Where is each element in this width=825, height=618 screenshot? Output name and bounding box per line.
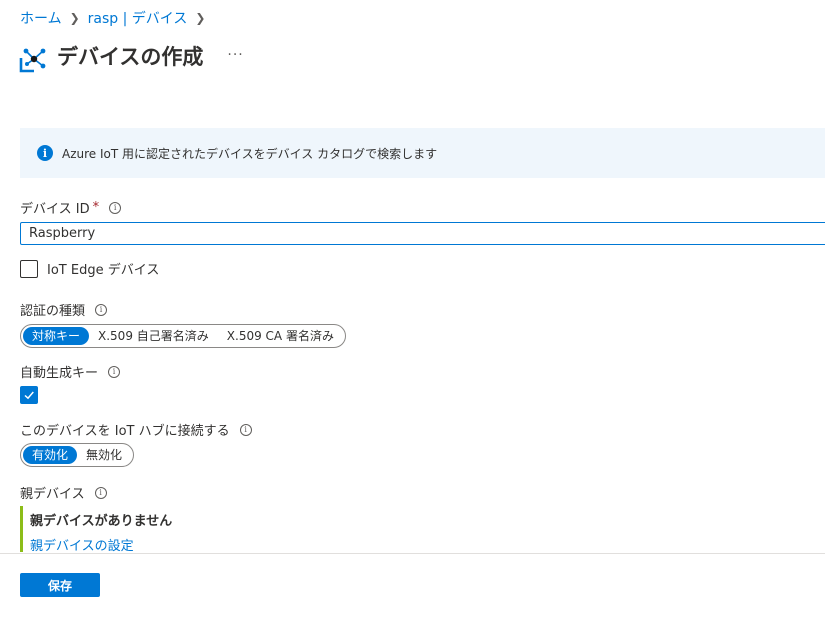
auto-generate-checkbox-row[interactable] (20, 386, 47, 404)
required-marker: * (92, 200, 100, 215)
save-button[interactable]: 保存 (20, 573, 100, 597)
info-banner: i Azure IoT 用に認定されたデバイスをデバイス カタログで検索します (20, 128, 825, 178)
more-options-icon[interactable]: ··· (227, 47, 243, 63)
parent-device-label: 親デバイス i (20, 483, 107, 502)
chevron-right-icon: ❯ (195, 11, 206, 25)
info-tooltip-icon[interactable]: i (94, 486, 107, 499)
page-header: デバイスの作成 ··· (18, 38, 244, 74)
parent-device-box: 親デバイスがありません 親デバイスの設定 (20, 506, 173, 554)
auto-generate-checkbox[interactable] (20, 386, 38, 404)
footer-divider (0, 553, 825, 554)
info-tooltip-icon[interactable]: i (108, 365, 121, 378)
connect-hub-label: このデバイスを IoT ハブに接続する i (20, 420, 252, 439)
breadcrumb: ホーム ❯ rasp | デバイス ❯ (20, 8, 213, 28)
no-parent-device-text: 親デバイスがありません (30, 514, 173, 529)
connect-option-enable[interactable]: 有効化 (23, 446, 78, 464)
set-parent-device-link[interactable]: 親デバイスの設定 (30, 535, 172, 554)
info-tooltip-icon[interactable]: i (109, 201, 122, 214)
auth-option-x509-ca-signed[interactable]: X.509 CA 署名済み (218, 327, 343, 345)
chevron-right-icon: ❯ (69, 11, 80, 25)
device-id-label: デバイス ID * i (20, 198, 122, 217)
iot-device-icon (19, 48, 46, 73)
info-icon: i (37, 145, 53, 161)
auth-type-toggle: 対称キー X.509 自己署名済み X.509 CA 署名済み (20, 324, 346, 348)
connect-hub-toggle: 有効化 無効化 (20, 443, 135, 467)
info-tooltip-icon[interactable]: i (239, 423, 252, 436)
device-id-input[interactable] (20, 222, 825, 245)
checkmark-icon (24, 391, 34, 400)
breadcrumb-home[interactable]: ホーム (20, 8, 62, 28)
iot-edge-checkbox-row[interactable]: IoT Edge デバイス (20, 259, 159, 278)
auth-type-label: 認証の種類 i (20, 300, 108, 319)
iot-edge-checkbox[interactable] (20, 259, 38, 278)
iot-edge-label: IoT Edge デバイス (47, 263, 160, 278)
info-tooltip-icon[interactable]: i (95, 303, 108, 316)
auth-option-symmetric-key[interactable]: 対称キー (23, 327, 90, 345)
page-title: デバイスの作成 (57, 45, 204, 69)
connect-option-disable[interactable]: 無効化 (77, 446, 131, 464)
breadcrumb-rasp-devices[interactable]: rasp | デバイス (88, 8, 188, 28)
auto-generate-label: 自動生成キー i (20, 362, 121, 381)
info-banner-text[interactable]: Azure IoT 用に認定されたデバイスをデバイス カタログで検索します (62, 145, 437, 162)
auth-option-x509-self-signed[interactable]: X.509 自己署名済み (89, 327, 218, 345)
